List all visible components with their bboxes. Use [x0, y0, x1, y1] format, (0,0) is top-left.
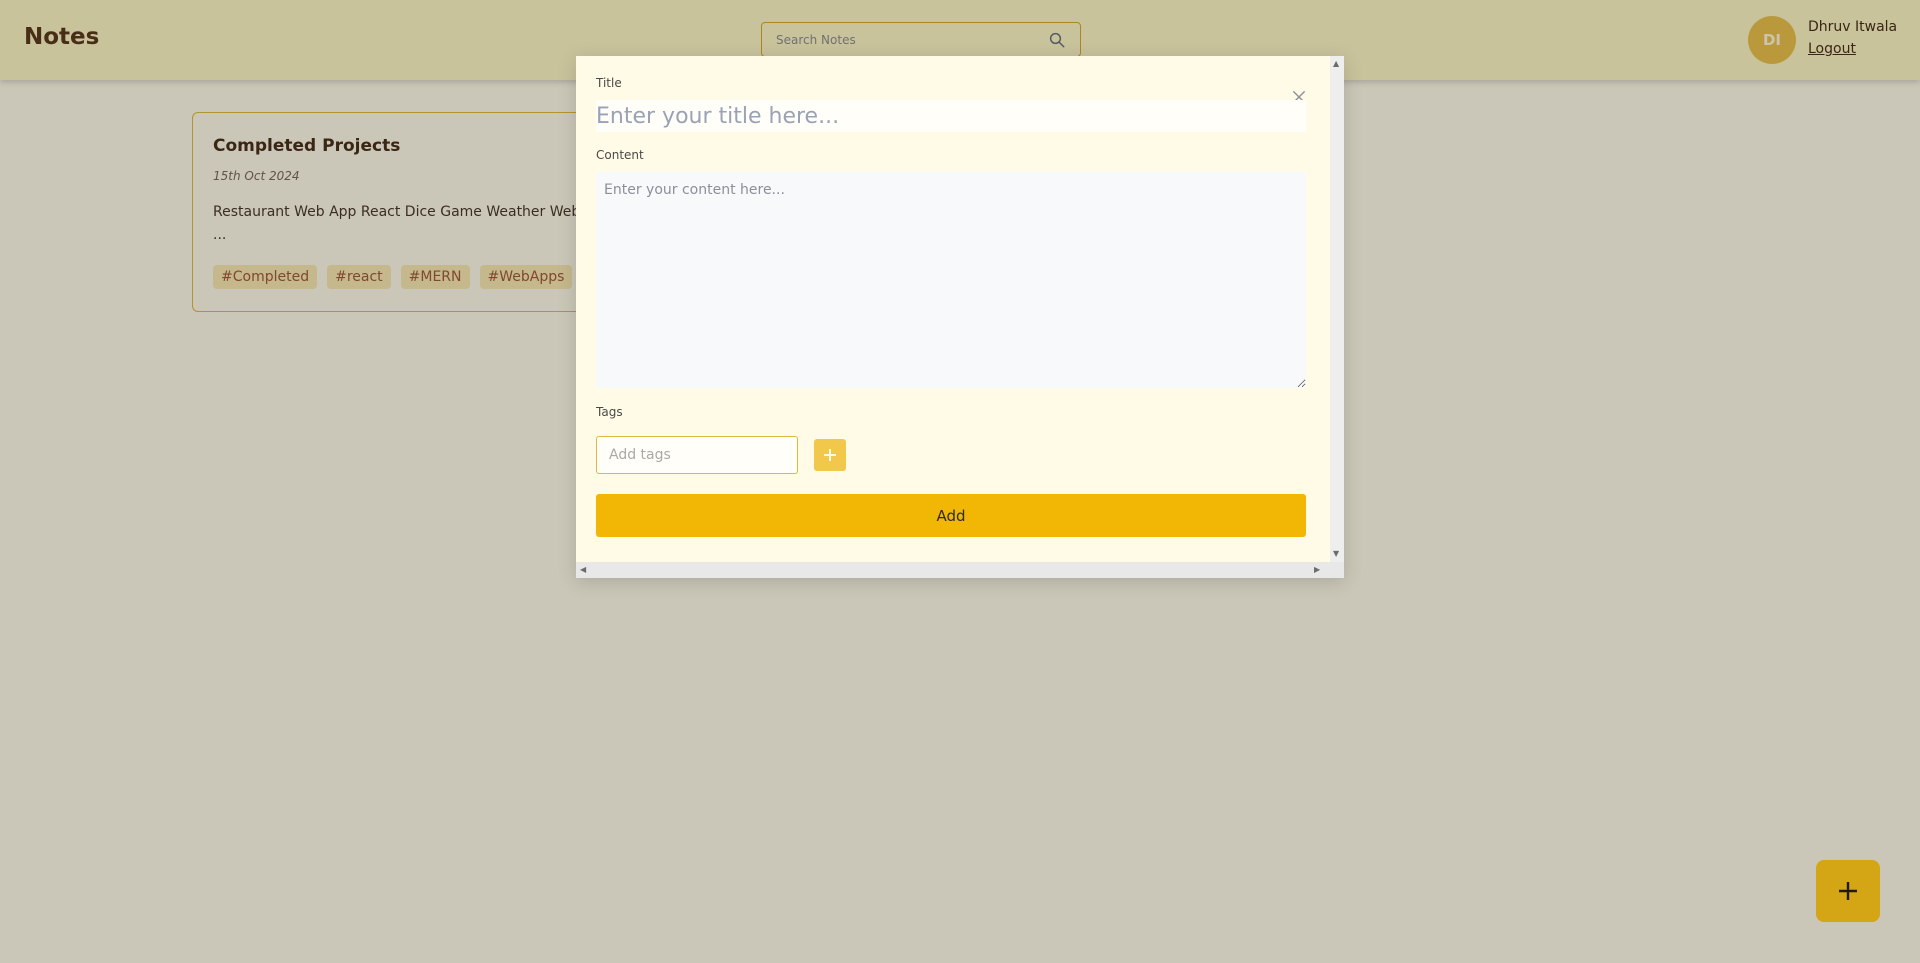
title-label: Title	[596, 76, 622, 90]
scroll-down-arrow-icon[interactable]: ▼	[1333, 550, 1339, 558]
add-note-modal: Title Content Tags Add ▲ ▼ ◀ ▶	[576, 56, 1344, 578]
scroll-up-arrow-icon[interactable]: ▲	[1333, 60, 1339, 68]
title-input[interactable]	[596, 100, 1306, 132]
tags-input[interactable]	[596, 436, 798, 474]
fab-add-note-button[interactable]	[1816, 860, 1880, 922]
vertical-scrollbar[interactable]: ▲ ▼	[1330, 56, 1344, 562]
content-textarea[interactable]	[596, 172, 1306, 388]
tags-label: Tags	[596, 405, 623, 419]
horizontal-scrollbar[interactable]: ◀ ▶	[576, 562, 1344, 578]
content-label: Content	[596, 148, 644, 162]
scroll-right-arrow-icon[interactable]: ▶	[1314, 566, 1320, 574]
scroll-left-arrow-icon[interactable]: ◀	[580, 566, 586, 574]
plus-icon	[824, 449, 836, 461]
plus-icon	[1839, 882, 1857, 900]
add-note-button[interactable]: Add	[596, 494, 1306, 537]
add-tag-button[interactable]	[814, 439, 846, 471]
